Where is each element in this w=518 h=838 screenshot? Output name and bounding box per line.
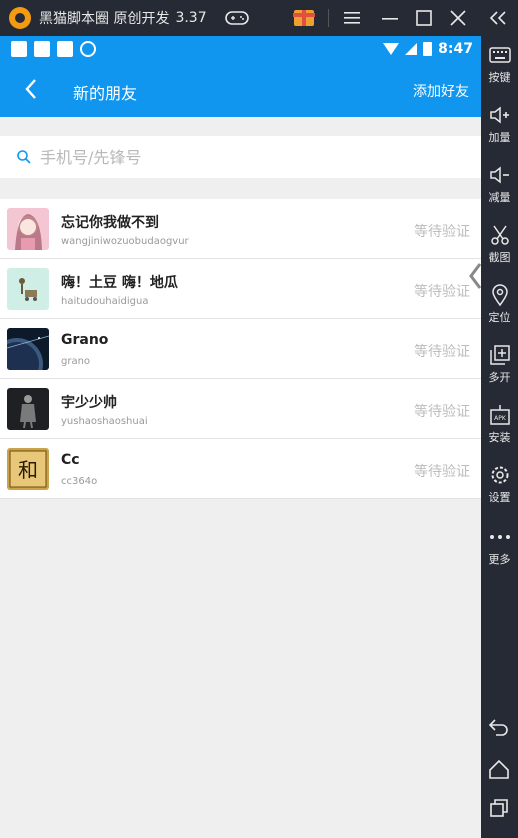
volume-down-icon (489, 164, 511, 186)
toolbar-volume-down-button[interactable]: 减量 (481, 164, 518, 205)
toolbar-label: 多开 (488, 371, 511, 384)
toolbar-label: 截图 (488, 251, 511, 264)
back-button[interactable] (16, 74, 46, 104)
back-arrow-icon (25, 79, 36, 99)
menu-icon[interactable] (342, 0, 362, 36)
friend-id: cc364o (61, 476, 98, 487)
volume-up-icon (489, 104, 511, 126)
floating-handle-icon[interactable] (468, 261, 482, 291)
toolbar-more-button[interactable]: 更多 (481, 526, 518, 567)
collapse-sidebar-icon[interactable] (486, 0, 510, 36)
app-notification-icon (57, 41, 73, 57)
friend-name: 宇少少帅 (61, 395, 117, 411)
signal-icon (405, 43, 418, 55)
close-icon[interactable] (448, 0, 468, 36)
maximize-icon[interactable] (414, 0, 434, 36)
toolbar-label: 减量 (488, 191, 511, 204)
status-label: 等待验证 (414, 224, 470, 240)
toolbar-settings-button[interactable]: 设置 (481, 464, 518, 505)
toolbar-label: 按键 (488, 71, 511, 84)
multi-open-icon (489, 344, 511, 366)
emulator-version: 3.37 (175, 10, 207, 26)
friend-name: 嗨！土豆 嗨！地瓜 (61, 275, 178, 291)
toolbar-label: 加量 (488, 131, 511, 144)
status-label: 等待验证 (414, 464, 470, 480)
status-label: 等待验证 (414, 284, 470, 300)
home-icon (489, 759, 509, 779)
friend-name: 忘记你我做不到 (61, 215, 159, 231)
emulator-titlebar: 黑猫脚本圈 原创开发 3.37 (0, 0, 518, 36)
back-icon (488, 719, 508, 736)
scissors-icon (489, 224, 511, 246)
emulator-window: 黑猫脚本圈 原创开发 3.37 8:47 新的朋友 添加好友 手机号/先锋号 忘… (0, 0, 518, 838)
avatar: 和 (7, 448, 49, 490)
play-notification-icon (80, 41, 96, 57)
square-notification-icon (34, 41, 50, 57)
android-recents-button[interactable] (487, 796, 511, 820)
toolbar-screenshot-button[interactable]: 截图 (481, 224, 518, 265)
phone-screen: 8:47 新的朋友 添加好友 忘记你我做不到 wangjiniwozuobuda… (0, 36, 482, 838)
friend-row[interactable]: 嗨！土豆 嗨！地瓜 haitudouhaidigua 等待验证 (0, 259, 481, 319)
friend-id: yushaoshaoshuai (61, 416, 148, 427)
gamepad-icon[interactable] (224, 0, 250, 36)
android-statusbar: 8:47 (0, 36, 481, 62)
android-back-button[interactable] (487, 715, 511, 739)
add-friend-button[interactable]: 添加好友 (413, 81, 469, 101)
toolbar-multi-open-button[interactable]: 多开 (481, 344, 518, 385)
wifi-icon (383, 43, 400, 55)
toolbar-volume-up-button[interactable]: 加量 (481, 104, 518, 145)
search-input[interactable] (40, 147, 440, 167)
friend-row[interactable]: 忘记你我做不到 wangjiniwozuobudaogvur 等待验证 (0, 199, 481, 259)
avatar (7, 208, 49, 250)
battery-icon (423, 42, 433, 56)
avatar (7, 388, 49, 430)
message-notification-icon (11, 41, 27, 57)
friend-id: haitudouhaidigua (61, 296, 149, 307)
friend-id: wangjiniwozuobudaogvur (61, 236, 189, 247)
friend-request-list: 忘记你我做不到 wangjiniwozuobudaogvur 等待验证 嗨！土豆… (0, 199, 481, 499)
friend-name: Grano (61, 332, 109, 348)
friend-row[interactable]: Grano grano 等待验证 (0, 319, 481, 379)
keyboard-icon (488, 44, 511, 66)
friend-row[interactable]: 和 Cc cc364o 等待验证 (0, 439, 481, 499)
svg-text:APK: APK (494, 415, 507, 422)
apk-install-icon: APK (489, 404, 511, 426)
toolbar-keymap-button[interactable]: 按键 (481, 44, 518, 85)
android-home-button[interactable] (487, 757, 511, 781)
status-label: 等待验证 (414, 404, 470, 420)
avatar (7, 328, 49, 370)
gear-icon (489, 464, 511, 486)
toolbar-location-button[interactable]: 定位 (481, 284, 518, 325)
gift-icon[interactable] (292, 0, 316, 36)
emulator-title: 黑猫脚本圈 原创开发 (39, 11, 170, 27)
app-logo-icon (9, 7, 31, 29)
friend-name: Cc (61, 452, 80, 468)
search-bar[interactable] (0, 136, 481, 178)
friend-id: grano (61, 356, 91, 367)
toolbar-label: 设置 (488, 491, 511, 504)
page-title: 新的朋友 (73, 84, 138, 103)
toolbar-label: 定位 (488, 311, 511, 324)
status-clock: 8:47 (438, 41, 473, 57)
toolbar-label: 更多 (488, 553, 511, 566)
toolbar-label: 安装 (488, 431, 511, 444)
friend-row[interactable]: 宇少少帅 yushaoshaoshuai 等待验证 (0, 379, 481, 439)
recents-icon (490, 799, 508, 817)
app-header: 新的朋友 添加好友 (0, 62, 481, 117)
svg-text:和: 和 (18, 458, 38, 482)
more-icon (489, 526, 511, 548)
toolbar-install-apk-button[interactable]: APK 安装 (481, 404, 518, 445)
search-icon (17, 150, 31, 164)
status-label: 等待验证 (414, 344, 470, 360)
titlebar-divider (328, 9, 329, 27)
location-icon (489, 284, 511, 306)
minimize-icon[interactable] (380, 0, 400, 36)
avatar (7, 268, 49, 310)
